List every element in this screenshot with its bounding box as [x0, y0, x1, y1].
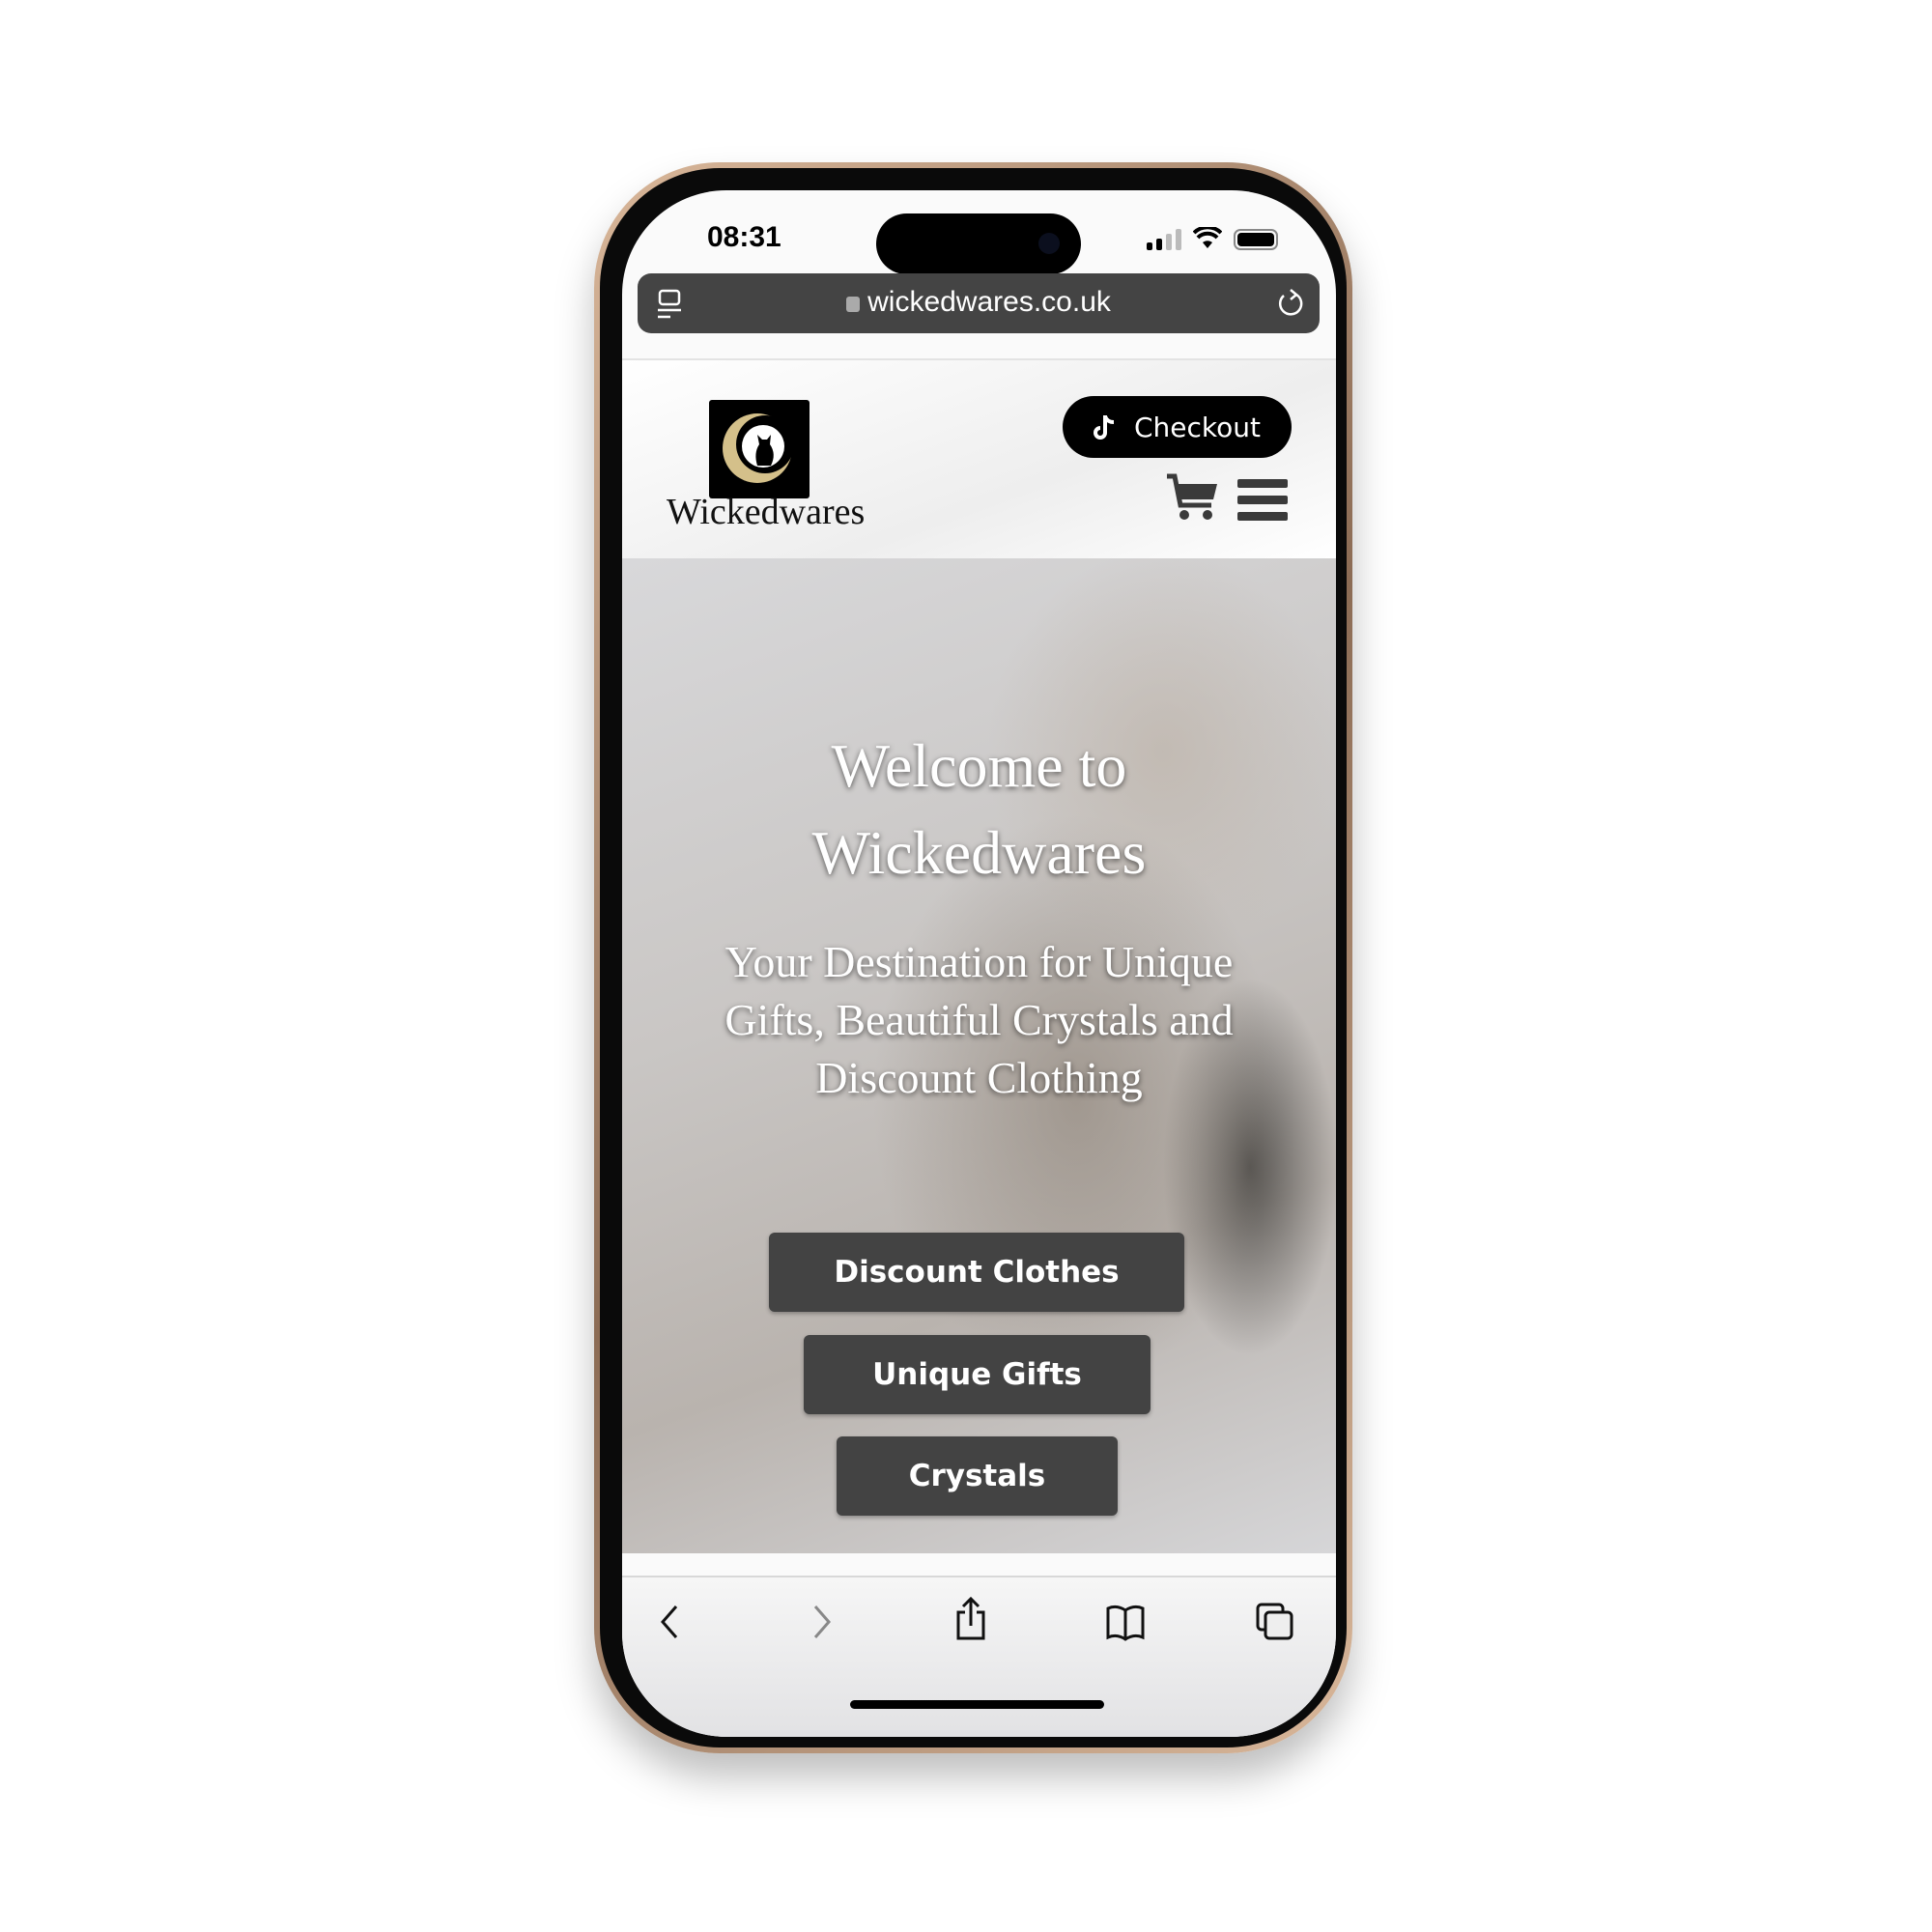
unique-gifts-button[interactable]: Unique Gifts	[804, 1335, 1151, 1414]
hero-title: Welcome to Wickedwares	[622, 723, 1336, 896]
url-label: wickedwares.co.uk	[867, 286, 1111, 318]
phone-frame: 08:31 wickedwares.co.uk Wickedwares Chec…	[594, 162, 1352, 1753]
status-icons	[1147, 227, 1278, 250]
share-icon[interactable]	[953, 1597, 988, 1641]
hero-subtitle-line: Your Destination for Unique	[724, 937, 1234, 986]
tiktok-checkout-button[interactable]: Checkout	[1063, 396, 1292, 458]
lock-icon	[846, 297, 861, 312]
checkout-label: Checkout	[1134, 411, 1261, 443]
cart-icon[interactable]	[1165, 472, 1221, 521]
home-indicator	[850, 1700, 1104, 1709]
hero-title-line: Welcome to	[831, 731, 1127, 800]
moon-cat-logo-icon	[723, 413, 794, 483]
crystals-button[interactable]: Crystals	[837, 1436, 1118, 1516]
bookmarks-icon[interactable]	[1105, 1603, 1146, 1641]
hero-banner: Welcome to Wickedwares Your Destination f…	[622, 558, 1336, 1553]
browser-toolbar	[622, 1576, 1336, 1737]
brand-name[interactable]: Wickedwares	[667, 491, 865, 533]
url-text[interactable]: wickedwares.co.uk	[638, 286, 1320, 319]
back-icon[interactable]	[655, 1603, 684, 1641]
hero-title-line: Wickedwares	[811, 818, 1147, 887]
battery-icon	[1234, 229, 1278, 250]
site-header: Wickedwares Checkout	[622, 360, 1336, 558]
forward-icon[interactable]	[808, 1603, 837, 1641]
hamburger-menu-icon[interactable]	[1237, 479, 1288, 528]
tabs-icon[interactable]	[1256, 1603, 1294, 1641]
status-time: 08:31	[707, 221, 781, 253]
camera	[1038, 233, 1060, 254]
hero-subtitle-line: Gifts, Beautiful Crystals and	[724, 995, 1234, 1044]
address-bar[interactable]: wickedwares.co.uk	[638, 273, 1320, 333]
hero-subtitle: Your Destination for Unique Gifts, Beauti…	[661, 933, 1297, 1107]
discount-clothes-button[interactable]: Discount Clothes	[769, 1233, 1184, 1312]
logo[interactable]	[709, 400, 810, 498]
phone-bezel: 08:31 wickedwares.co.uk Wickedwares Chec…	[600, 168, 1347, 1747]
wifi-icon	[1193, 227, 1222, 248]
tiktok-icon	[1094, 415, 1115, 440]
dynamic-island	[876, 213, 1081, 274]
reload-icon[interactable]	[1275, 287, 1306, 320]
phone-screen: 08:31 wickedwares.co.uk Wickedwares Chec…	[622, 190, 1336, 1737]
hero-subtitle-line: Discount Clothing	[815, 1053, 1143, 1102]
signal-icon	[1147, 229, 1181, 250]
